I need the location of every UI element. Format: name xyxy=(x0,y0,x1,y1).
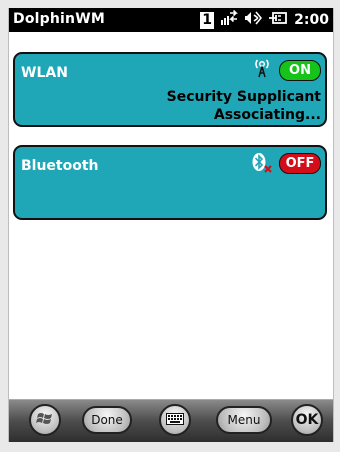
wifi-antenna-icon xyxy=(255,58,269,82)
signal-arrows-icon[interactable] xyxy=(220,9,239,30)
wlan-card[interactable]: WLAN ON Security Supplicant Associating.… xyxy=(13,52,327,127)
keyboard-icon xyxy=(166,412,184,428)
windows-logo-icon xyxy=(36,410,54,431)
wlan-toggle[interactable]: ON xyxy=(279,60,321,81)
clock-time[interactable]: 2:00 xyxy=(294,12,329,28)
ok-button[interactable]: OK xyxy=(291,404,323,436)
battery-plug-icon[interactable] xyxy=(268,10,288,30)
wlan-status-line-1: Security Supplicant xyxy=(166,89,321,105)
wlan-status-line-2: Associating... xyxy=(213,107,321,123)
menu-button[interactable]: Menu xyxy=(216,406,272,434)
keyboard-button[interactable] xyxy=(159,404,191,436)
bluetooth-disabled-icon xyxy=(251,152,273,178)
bluetooth-toggle[interactable]: OFF xyxy=(279,153,321,174)
wlan-status: Security Supplicant Associating... xyxy=(167,88,321,124)
app-title: DolphinWM xyxy=(13,11,105,27)
bluetooth-label: Bluetooth xyxy=(21,158,99,174)
start-button[interactable] xyxy=(29,404,61,436)
notification-badge[interactable]: 1 xyxy=(200,11,215,29)
status-bar: DolphinWM 1 2:00 xyxy=(9,8,333,32)
wlan-label: WLAN xyxy=(21,65,68,81)
bluetooth-card[interactable]: Bluetooth OFF xyxy=(13,145,327,220)
speaker-icon[interactable] xyxy=(244,10,263,30)
device-screen: DolphinWM 1 2:00 WLAN ON Security Suppli… xyxy=(8,8,334,442)
bottom-toolbar: Done Menu OK xyxy=(9,399,333,442)
done-button[interactable]: Done xyxy=(82,406,132,434)
status-icons: 1 2:00 xyxy=(200,9,329,30)
